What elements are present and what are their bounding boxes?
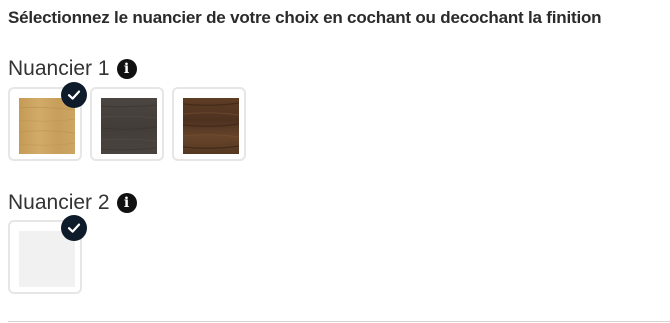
swatch-white[interactable] xyxy=(8,215,87,294)
swatch-light-oak[interactable] xyxy=(8,82,87,161)
selected-check-badge xyxy=(61,215,87,241)
light-oak-texture xyxy=(19,98,75,154)
nuancier-2-header: Nuancier 2 i xyxy=(8,191,137,215)
swatch-dark-grey-wood[interactable] xyxy=(90,87,164,161)
dark-grey-wood-texture xyxy=(101,98,157,154)
divider xyxy=(8,321,670,322)
swatch-walnut-wood[interactable] xyxy=(172,87,246,161)
selected-check-badge xyxy=(61,82,87,108)
nuancier-2-title: Nuancier 2 xyxy=(8,191,110,214)
walnut-wood-texture xyxy=(183,98,239,154)
info-icon[interactable]: i xyxy=(116,59,137,79)
white-texture xyxy=(19,231,75,287)
nuancier-1-swatches xyxy=(8,82,246,161)
checkmark-icon xyxy=(67,223,81,233)
checkmark-icon xyxy=(67,90,81,100)
nuancier-1-header: Nuancier 1 i xyxy=(8,57,137,81)
instructions-text: Sélectionnez le nuancier de votre choix … xyxy=(8,8,602,27)
info-icon[interactable]: i xyxy=(116,193,137,213)
nuancier-2-swatches xyxy=(8,215,87,294)
nuancier-1-title: Nuancier 1 xyxy=(8,57,110,80)
